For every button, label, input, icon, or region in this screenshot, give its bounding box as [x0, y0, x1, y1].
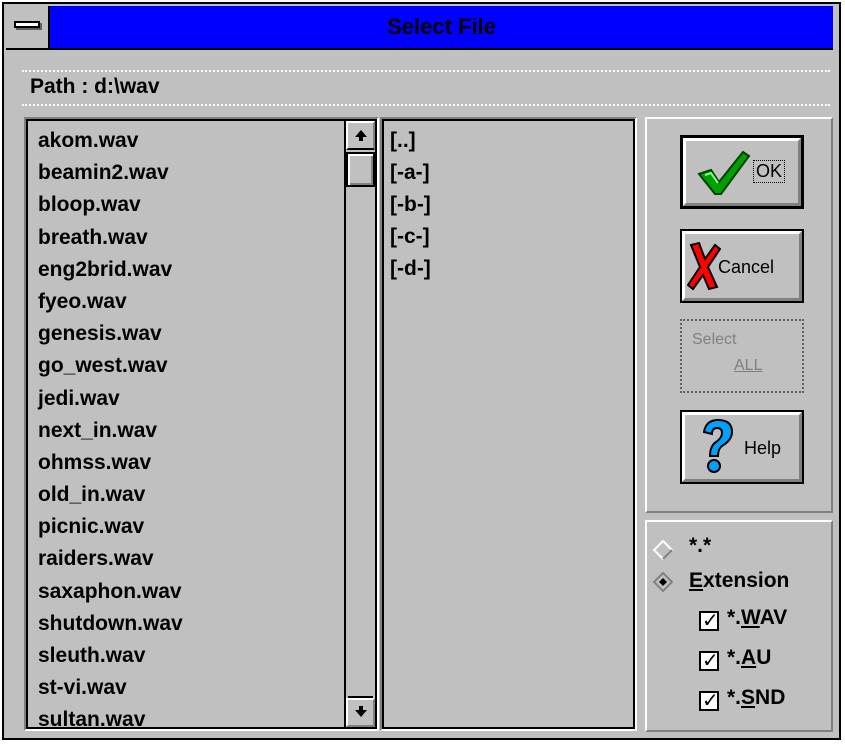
ok-label: OK — [752, 160, 786, 183]
ok-button[interactable]: OK — [680, 135, 804, 209]
path-label: Path : d:\wav — [30, 75, 160, 98]
ext-au-label: *.AU — [727, 646, 772, 669]
extension-label: Extension — [689, 569, 790, 592]
system-menu-button[interactable] — [6, 6, 50, 48]
file-item[interactable]: bloop.wav — [38, 189, 333, 221]
directory-list: [..] [-a-] [-b-] [-c-] [-d-] — [390, 125, 431, 285]
file-item[interactable]: jedi.wav — [38, 383, 333, 415]
file-item[interactable]: raiders.wav — [38, 543, 333, 575]
help-question-icon — [702, 418, 734, 473]
file-item[interactable]: next_in.wav — [38, 415, 333, 447]
radio-extension[interactable] — [653, 572, 673, 592]
file-list-scrollbar[interactable] — [344, 121, 375, 727]
select-all-button[interactable]: Select ALL — [680, 319, 804, 393]
help-button[interactable]: Help — [680, 410, 804, 484]
directory-item[interactable]: [-a-] — [390, 157, 431, 189]
file-item[interactable]: fyeo.wav — [38, 286, 333, 318]
path-display: Path : d:\wav — [22, 70, 830, 106]
directory-item[interactable]: [-c-] — [390, 221, 431, 253]
filter-panel: *.* Extension ✓ *.WAV ✓ *.AU ✓ *.SND — [645, 520, 833, 732]
up-arrow-icon — [355, 130, 367, 141]
file-item[interactable]: sultan.wav — [38, 704, 333, 736]
file-item[interactable]: shutdown.wav — [38, 608, 333, 640]
checkbox-snd[interactable]: ✓ — [699, 690, 719, 712]
help-label: Help — [744, 438, 782, 458]
cancel-x-icon — [687, 241, 721, 291]
select-all-label-line2: ALL — [734, 357, 763, 374]
file-item[interactable]: sleuth.wav — [38, 640, 333, 672]
title-bar: Select File — [6, 6, 833, 50]
file-item[interactable]: go_west.wav — [38, 350, 333, 382]
scroll-thumb[interactable] — [346, 152, 375, 187]
checkbox-wav[interactable]: ✓ — [699, 610, 719, 632]
down-arrow-icon — [355, 706, 367, 717]
window-title: Select File — [387, 14, 496, 39]
scroll-down-button[interactable] — [346, 696, 375, 727]
file-item[interactable]: eng2brid.wav — [38, 254, 333, 286]
ext-wav-label: *.WAV — [727, 606, 788, 629]
file-item[interactable]: picnic.wav — [38, 511, 333, 543]
file-item[interactable]: akom.wav — [38, 125, 333, 157]
select-all-label-line1: Select — [692, 331, 737, 348]
ext-snd-label: *.SND — [727, 686, 786, 709]
system-menu-icon — [14, 21, 40, 28]
file-item[interactable]: old_in.wav — [38, 479, 333, 511]
radio-all-files[interactable] — [653, 540, 673, 560]
file-item[interactable]: genesis.wav — [38, 318, 333, 350]
file-item[interactable]: breath.wav — [38, 222, 333, 254]
button-panel: OK Cancel Select ALL Help — [645, 117, 833, 513]
checkbox-au[interactable]: ✓ — [699, 650, 719, 672]
directory-list-panel: [..] [-a-] [-b-] [-c-] [-d-] — [380, 117, 637, 731]
file-list-panel: akom.wav beamin2.wav bloop.wav breath.wa… — [24, 117, 379, 731]
file-item[interactable]: saxaphon.wav — [38, 576, 333, 608]
checkmark-icon — [697, 150, 751, 195]
cancel-button[interactable]: Cancel — [680, 229, 804, 303]
cancel-label: Cancel — [718, 257, 775, 277]
file-item[interactable]: beamin2.wav — [38, 157, 333, 189]
scroll-up-button[interactable] — [346, 121, 375, 150]
all-files-label: *.* — [689, 534, 712, 557]
file-list: akom.wav beamin2.wav bloop.wav breath.wa… — [38, 125, 333, 737]
directory-item[interactable]: [-d-] — [390, 253, 431, 285]
directory-item[interactable]: [-b-] — [390, 189, 431, 221]
directory-item[interactable]: [..] — [390, 125, 431, 157]
file-item[interactable]: ohmss.wav — [38, 447, 333, 479]
file-item[interactable]: st-vi.wav — [38, 672, 333, 704]
